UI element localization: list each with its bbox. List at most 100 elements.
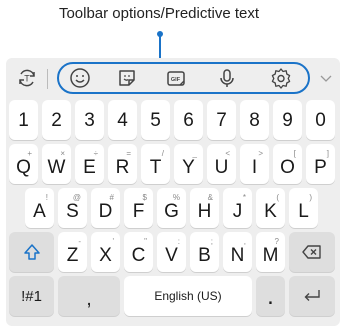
key-s[interactable]: @ S: [58, 188, 87, 228]
toolbar: T GIF: [6, 60, 340, 96]
key-8[interactable]: 8: [240, 100, 269, 140]
settings-icon[interactable]: [263, 60, 299, 96]
key-alt-label: &: [207, 193, 213, 202]
key-label: 3: [84, 109, 95, 131]
key-alt-label: ÷: [93, 149, 98, 158]
callout-pointer-line: [159, 34, 161, 58]
key-label: B: [198, 245, 211, 266]
space-key[interactable]: English (US): [124, 276, 252, 316]
key-7[interactable]: 7: [207, 100, 236, 140]
key-alt-label: !: [45, 193, 48, 202]
key-w[interactable]: × W: [42, 144, 71, 184]
key-alt-label: <: [225, 149, 230, 158]
key-3[interactable]: 3: [75, 100, 104, 140]
key-y[interactable]: _ Y: [174, 144, 203, 184]
key-label: Q: [16, 157, 31, 178]
voice-input-icon[interactable]: [209, 60, 245, 96]
key-z[interactable]: -Z: [58, 232, 87, 272]
key-alt-label: ?: [274, 237, 279, 246]
expand-chevron-icon[interactable]: [314, 60, 338, 96]
key-alt-label: @: [72, 193, 81, 202]
keyboard-toggle-icon[interactable]: T: [10, 60, 44, 96]
letter-row-3: -Z ' X " C :V ; B ,N ? M: [6, 232, 340, 274]
key-alt-label: ": [144, 237, 147, 246]
period-key[interactable]: .: [256, 276, 285, 316]
key-label: O: [280, 157, 295, 178]
number-row: 1 2 3 4 5 6 7 8 9 0: [6, 100, 340, 142]
shift-key[interactable]: [9, 232, 54, 272]
key-o[interactable]: [O: [273, 144, 302, 184]
key-m[interactable]: ? M: [256, 232, 285, 272]
key-4[interactable]: 4: [108, 100, 137, 140]
key-5[interactable]: 5: [141, 100, 170, 140]
key-alt-label: %: [172, 193, 180, 202]
callout-label: Toolbar options/Predictive text: [58, 5, 260, 22]
key-2[interactable]: 2: [42, 100, 71, 140]
key-label: 1: [18, 109, 29, 131]
key-c[interactable]: " C: [124, 232, 153, 272]
emoji-icon[interactable]: [62, 60, 98, 96]
key-label: 4: [117, 109, 128, 131]
key-label: ,: [86, 289, 92, 310]
key-t[interactable]: / T: [141, 144, 170, 184]
key-0[interactable]: 0: [306, 100, 335, 140]
sticker-icon[interactable]: [109, 60, 145, 96]
key-label: N: [230, 245, 245, 266]
comma-key[interactable]: ,: [58, 276, 120, 316]
key-n[interactable]: ,N: [223, 232, 252, 272]
key-6[interactable]: 6: [174, 100, 203, 140]
key-d[interactable]: # D: [91, 188, 120, 228]
callout: Toolbar options/Predictive text: [0, 0, 340, 58]
key-alt-label: =: [126, 149, 131, 158]
key-alt-label: /: [161, 149, 164, 158]
key-b[interactable]: ; B: [190, 232, 219, 272]
key-alt-label: ]: [326, 149, 329, 158]
enter-key[interactable]: [289, 276, 335, 316]
key-label: D: [98, 201, 113, 222]
key-g[interactable]: % G: [157, 188, 186, 228]
key-r[interactable]: = R: [108, 144, 137, 184]
key-9[interactable]: 9: [273, 100, 302, 140]
key-e[interactable]: ÷ E: [75, 144, 104, 184]
shift-icon: [22, 232, 42, 272]
backspace-key[interactable]: [289, 232, 335, 272]
key-alt-label: +: [27, 149, 32, 158]
key-label: 0: [315, 109, 326, 131]
key-label: G: [164, 201, 179, 222]
key-label: U: [214, 157, 229, 178]
key-alt-label: ': [112, 237, 114, 246]
key-p[interactable]: ] P: [306, 144, 335, 184]
key-k[interactable]: (K: [256, 188, 285, 228]
key-label: !#1: [21, 287, 42, 305]
key-alt-label: _: [192, 149, 197, 158]
key-label: L: [298, 201, 309, 222]
key-alt-label: ): [309, 193, 312, 202]
key-label: W: [47, 157, 66, 178]
key-x[interactable]: ' X: [91, 232, 120, 272]
key-h[interactable]: & H: [190, 188, 219, 228]
key-q[interactable]: + Q: [9, 144, 38, 184]
key-f[interactable]: $ F: [124, 188, 153, 228]
enter-icon: [301, 276, 323, 316]
key-u[interactable]: < U: [207, 144, 236, 184]
key-label: 6: [183, 109, 194, 131]
key-label: C: [131, 245, 146, 266]
gif-icon[interactable]: GIF: [158, 60, 194, 96]
key-label: V: [165, 245, 178, 266]
bottom-row: !#1 , English (US) .: [6, 276, 340, 318]
key-i[interactable]: > I: [240, 144, 269, 184]
key-v[interactable]: :V: [157, 232, 186, 272]
key-a[interactable]: ! A: [25, 188, 54, 228]
symbols-key[interactable]: !#1: [9, 276, 54, 316]
key-alt-label: :: [177, 237, 180, 246]
key-alt-label: ;: [210, 237, 213, 246]
key-label: I: [251, 157, 258, 178]
key-label: F: [132, 201, 145, 222]
key-j[interactable]: * J: [223, 188, 252, 228]
key-l[interactable]: ) L: [289, 188, 318, 228]
key-label: S: [66, 201, 79, 222]
key-label: 2: [51, 109, 62, 131]
key-1[interactable]: 1: [9, 100, 38, 140]
letter-row-1: + Q × W ÷ E = R / T _ Y < U > I [O ] P: [6, 144, 340, 186]
key-label: T: [149, 157, 162, 178]
